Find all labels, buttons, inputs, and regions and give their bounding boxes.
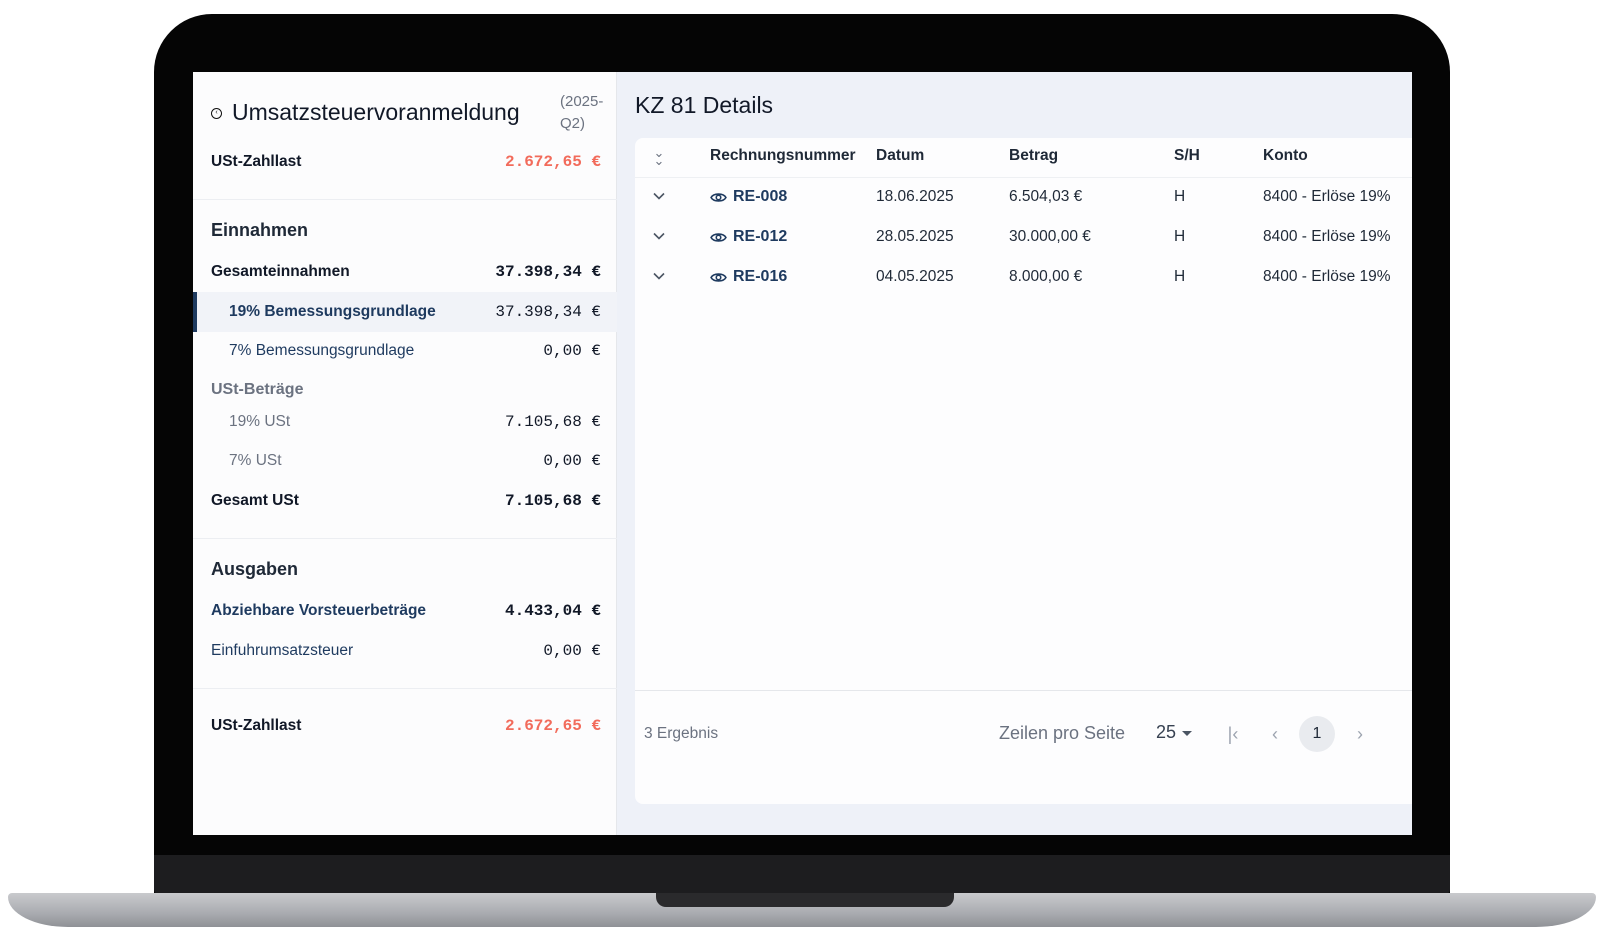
ust7-value: 0,00 € [543, 452, 601, 470]
bmg7-row[interactable]: 7% Bemessungsgrundlage 0,00 € [211, 339, 601, 363]
summary-header: ‹ Umsatzsteuervoranmeldung (2025-Q2) [211, 92, 603, 136]
account-cell: 8400 - Erlöse 19% [1263, 228, 1391, 245]
table-row: RE-016 04.05.2025 8.000,00 € H 8400 - Er… [635, 258, 1412, 298]
zahllast-bottom-value: 2.672,65 € [504, 717, 601, 735]
divider [193, 538, 617, 539]
account-cell: 8400 - Erlöse 19% [1263, 188, 1391, 205]
chevron-down-icon[interactable] [653, 230, 665, 242]
zahllast-value: 2.672,65 € [504, 153, 601, 171]
bmg19-value: 37.398,34 € [495, 303, 601, 321]
eye-icon [710, 272, 727, 282]
rows-per-page-value[interactable]: 25 [1156, 722, 1176, 743]
rows-per-page-select[interactable]: 25 [1156, 722, 1193, 743]
details-panel: KZ 81 Details ⌄ ⌄ Rechnungsnummer Datum B… [617, 72, 1412, 835]
ust7-row: 7% USt 0,00 € [211, 449, 601, 473]
details-title: KZ 81 Details [635, 92, 774, 118]
eye-icon [710, 232, 727, 242]
rows-per-page-label: Zeilen pro Seite [999, 723, 1126, 743]
table-footer: 3 Ergebnis Zeilen pro Seite 25 |‹ ‹ 1 › [635, 690, 1412, 790]
invoice-link[interactable]: RE-012 [710, 228, 787, 246]
page-title: Umsatzsteuervoranmeldung [232, 99, 520, 125]
table-row: RE-012 28.05.2025 30.000,00 € H 8400 - E… [635, 218, 1412, 258]
ust19-value: 7.105,68 € [504, 413, 601, 431]
gesamteinnahmen-value: 37.398,34 € [495, 263, 601, 281]
invoice-link[interactable]: RE-016 [710, 268, 787, 286]
bmg7-value: 0,00 € [543, 342, 601, 360]
chevron-down-icon[interactable] [653, 190, 665, 202]
current-page-button[interactable]: 1 [1299, 716, 1335, 752]
eye-icon [710, 192, 727, 202]
column-header-sh[interactable]: S/H [1174, 147, 1200, 165]
summary-panel: ‹ Umsatzsteuervoranmeldung (2025-Q2) USt… [193, 72, 617, 835]
divider [193, 688, 617, 689]
first-page-icon[interactable]: |‹ [1216, 717, 1250, 751]
ust19-label: 19% USt [229, 413, 291, 430]
date-cell: 28.05.2025 [876, 228, 954, 245]
table-header: ⌄ ⌄ Rechnungsnummer Datum Betrag S/H Kont… [635, 138, 1412, 178]
sh-cell: H [1174, 228, 1186, 245]
date-cell: 04.05.2025 [876, 268, 954, 285]
bmg19-row[interactable]: 19% Bemessungsgrundlage 37.398,34 € [211, 300, 601, 324]
ust19-row: 19% USt 7.105,68 € [211, 410, 601, 434]
bmg7-label[interactable]: 7% Bemessungsgrundlage [229, 339, 414, 363]
zahllast-label: USt-Zahllast [211, 153, 302, 170]
gesamteinnahmen-label: Gesamteinnahmen [211, 263, 350, 280]
ust-gesamt-label: Gesamt USt [211, 492, 299, 509]
zahllast-top-row: USt-Zahllast 2.672,65 € [211, 150, 601, 174]
einfuhr-value: 0,00 € [543, 642, 601, 660]
column-header-date[interactable]: Datum [876, 147, 924, 165]
bmg19-label[interactable]: 19% Bemessungsgrundlage [229, 300, 436, 324]
details-table-card: ⌄ ⌄ Rechnungsnummer Datum Betrag S/H Kont… [635, 138, 1412, 804]
amount-cell: 8.000,00 € [1009, 268, 1083, 285]
prev-page-icon[interactable]: ‹ [1258, 717, 1292, 751]
invoice-number[interactable]: RE-016 [733, 268, 787, 286]
period-label: (2025-Q2) [560, 93, 604, 132]
collapse-all-icon[interactable]: ⌄ ⌄ [652, 146, 666, 167]
invoice-number[interactable]: RE-008 [733, 188, 787, 206]
gesamteinnahmen-row: Gesamteinnahmen 37.398,34 € [211, 260, 601, 284]
column-header-invoice[interactable]: Rechnungsnummer [710, 147, 856, 165]
ust-gesamt-row: Gesamt USt 7.105,68 € [211, 489, 601, 513]
einnahmen-title: Einnahmen [211, 220, 309, 240]
next-page-icon[interactable]: › [1343, 717, 1377, 751]
einfuhr-row[interactable]: Einfuhrumsatzsteuer 0,00 € [211, 639, 601, 663]
account-cell: 8400 - Erlöse 19% [1263, 268, 1391, 285]
sh-cell: H [1174, 268, 1186, 285]
amount-cell: 30.000,00 € [1009, 228, 1091, 245]
app-screen: ‹ Umsatzsteuervoranmeldung (2025-Q2) USt… [193, 72, 1412, 835]
column-header-amount[interactable]: Betrag [1009, 147, 1058, 165]
chevron-down-icon[interactable] [653, 270, 665, 282]
vorsteuer-label[interactable]: Abziehbare Vorsteuerbeträge [211, 599, 426, 623]
column-header-account[interactable]: Konto [1263, 147, 1308, 165]
zahllast-bottom-label: USt-Zahllast [211, 717, 302, 734]
invoice-link[interactable]: RE-008 [710, 188, 787, 206]
laptop-hinge [154, 855, 1450, 895]
ust-gesamt-value: 7.105,68 € [504, 492, 601, 510]
back-icon[interactable]: ‹ [211, 108, 222, 119]
amount-cell: 6.504,03 € [1009, 188, 1083, 205]
invoice-number[interactable]: RE-012 [733, 228, 787, 246]
vorsteuer-row[interactable]: Abziehbare Vorsteuerbeträge 4.433,04 € [211, 599, 601, 623]
caret-down-icon[interactable] [1182, 731, 1193, 736]
date-cell: 18.06.2025 [876, 188, 954, 205]
divider [193, 199, 617, 200]
ust7-label: 7% USt [229, 452, 282, 469]
ausgaben-title: Ausgaben [211, 559, 299, 579]
zahllast-bottom-row: USt-Zahllast 2.672,65 € [211, 714, 601, 738]
laptop-notch [656, 893, 954, 907]
table-row: RE-008 18.06.2025 6.504,03 € H 8400 - Er… [635, 178, 1412, 218]
sh-cell: H [1174, 188, 1186, 205]
einfuhr-label[interactable]: Einfuhrumsatzsteuer [211, 639, 353, 663]
results-count: 3 Ergebnis [644, 725, 719, 742]
vorsteuer-value: 4.433,04 € [504, 602, 601, 620]
ust-betraege-title: USt-Beträge [211, 381, 304, 398]
